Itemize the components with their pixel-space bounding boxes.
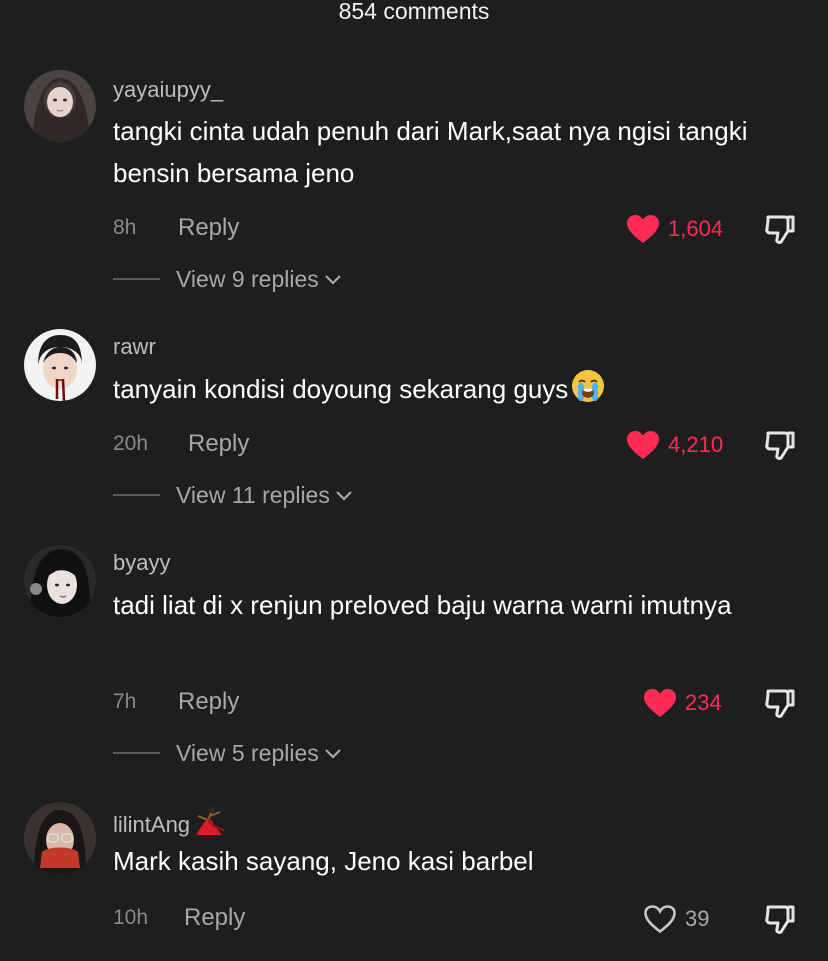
chevron-down-icon — [324, 275, 341, 285]
view-replies-label: View 5 replies — [176, 739, 319, 766]
avatar[interactable] — [24, 802, 96, 874]
like-button[interactable]: 4,210 — [626, 428, 723, 462]
comments-count-title: 854 comments — [338, 0, 490, 24]
thumbs-down-icon — [765, 905, 795, 934]
reply-button[interactable]: Reply — [188, 430, 249, 458]
comment-text: tanyain kondisi doyoung sekarang guys — [113, 368, 813, 416]
view-replies-button[interactable]: View 11 replies — [113, 480, 354, 510]
comment-actions: 8h Reply 1,604 — [113, 212, 803, 246]
chevron-down-icon — [336, 491, 352, 501]
divider — [113, 752, 160, 754]
view-replies-label: View 9 replies — [176, 265, 319, 292]
reply-button[interactable]: Reply — [178, 214, 239, 242]
heart-filled-icon — [644, 689, 676, 717]
avatar[interactable] — [24, 329, 96, 401]
comment-text: tangki cinta udah penuh dari Mark,saat n… — [113, 116, 748, 188]
comment-username[interactable]: rawr — [113, 334, 156, 360]
comment-username[interactable]: yayaiupyy_ — [113, 77, 223, 103]
comment-time: 7h — [113, 690, 137, 713]
dislike-button[interactable] — [763, 686, 797, 725]
like-button[interactable]: 39 — [643, 902, 709, 936]
divider — [113, 278, 160, 280]
view-replies-button[interactable]: View 5 replies — [113, 738, 343, 768]
heart-filled-icon — [627, 215, 659, 243]
comment-actions: 10h Reply 39 — [113, 902, 803, 936]
chevron-down-icon — [324, 749, 341, 759]
comment-username[interactable]: byayy — [113, 550, 170, 576]
dislike-button[interactable] — [763, 428, 797, 467]
view-replies-button[interactable]: View 9 replies — [113, 264, 343, 294]
thumbs-down-icon — [765, 689, 795, 718]
avatar[interactable] — [24, 545, 96, 617]
like-count: 1,604 — [668, 216, 724, 241]
thumbs-down-icon — [765, 215, 795, 244]
comment-time: 8h — [113, 216, 137, 239]
like-button[interactable]: 1,604 — [626, 212, 723, 246]
comment-time: 20h — [113, 432, 149, 455]
comment-actions: 7h Reply 234 — [113, 686, 803, 720]
comment-text: tadi liat di x renjun preloved baju warn… — [113, 590, 732, 620]
like-count: 234 — [685, 690, 722, 715]
reply-button[interactable]: Reply — [184, 904, 245, 932]
comment-text-content: tanyain kondisi doyoung sekarang guys — [113, 374, 569, 404]
comment-username[interactable]: lilintAng — [113, 806, 226, 842]
avatar[interactable] — [24, 70, 96, 142]
like-count: 4,210 — [668, 432, 724, 457]
like-button[interactable]: 234 — [643, 686, 722, 720]
comment-actions: 20h Reply 4,210 — [113, 428, 803, 462]
reply-button[interactable]: Reply — [178, 688, 239, 716]
comment-username-text: lilintAng — [113, 812, 191, 837]
heart-filled-icon — [627, 431, 659, 459]
heart-outline-icon — [644, 905, 676, 934]
dislike-button[interactable] — [763, 212, 797, 251]
comment-text: Mark kasih sayang, Jeno kasi barbel — [113, 846, 534, 876]
comment-time: 10h — [113, 906, 149, 929]
dancer-icon — [192, 806, 226, 842]
loudly-crying-face-icon — [570, 368, 606, 416]
divider — [113, 494, 160, 496]
like-count: 39 — [685, 906, 710, 931]
view-replies-label: View 11 replies — [176, 481, 330, 508]
dislike-button[interactable] — [763, 902, 797, 941]
thumbs-down-icon — [765, 431, 795, 460]
